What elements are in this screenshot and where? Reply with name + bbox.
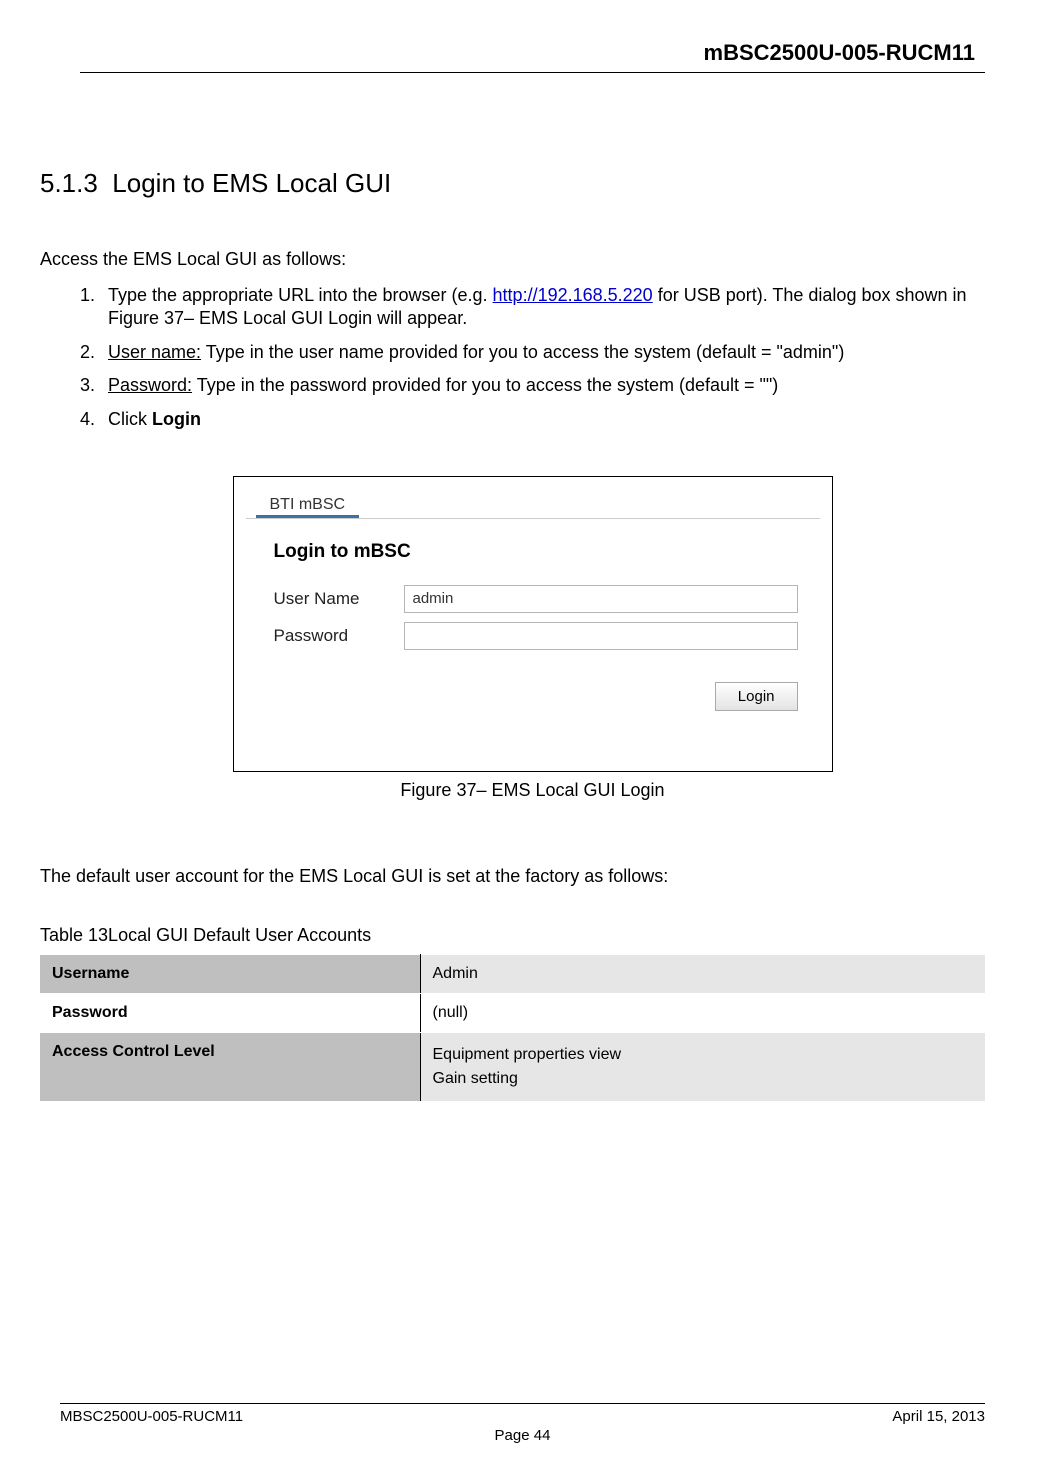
cell-password-label: Password xyxy=(40,993,420,1032)
list-item: Type the appropriate URL into the browse… xyxy=(100,284,985,331)
footer-divider xyxy=(60,1403,985,1404)
login-title: Login to mBSC xyxy=(274,541,798,563)
tab-bti-mbsc[interactable]: BTI mBSC xyxy=(256,491,360,518)
footer-left: MBSC2500U-005-RUCM11 xyxy=(60,1408,243,1425)
page-footer: MBSC2500U-005-RUCM11 April 15, 2013 Page… xyxy=(60,1403,985,1444)
password-label: Password: xyxy=(108,375,192,395)
intro-text: Access the EMS Local GUI as follows: xyxy=(40,249,985,270)
step2-text: Type in the user name provided for you t… xyxy=(201,342,844,362)
page-header: mBSC2500U-005-RUCM11 xyxy=(80,40,985,73)
step1-pre: Type the appropriate URL into the browse… xyxy=(108,285,493,305)
section-number: 5.1.3 xyxy=(40,168,98,198)
password-field-label: Password xyxy=(274,626,404,646)
footer-right: April 15, 2013 xyxy=(892,1408,985,1425)
step4-pre: Click xyxy=(108,409,152,429)
section-heading: 5.1.3 Login to EMS Local GUI xyxy=(40,168,985,199)
acl-line-1: Equipment properties view xyxy=(433,1043,974,1067)
list-item: Click Login xyxy=(100,408,985,431)
username-label: User name: xyxy=(108,342,201,362)
figure-caption: Figure 37– EMS Local GUI Login xyxy=(80,780,985,801)
list-item: Password: Type in the password provided … xyxy=(100,374,985,397)
url-link[interactable]: http://192.168.5.220 xyxy=(493,285,653,305)
cell-acl-label: Access Control Level xyxy=(40,1032,420,1101)
username-row: User Name xyxy=(274,585,798,613)
password-input[interactable] xyxy=(404,622,798,650)
step3-text: Type in the password provided for you to… xyxy=(192,375,778,395)
login-button[interactable]: Login xyxy=(715,682,798,711)
button-row: Login xyxy=(274,682,798,711)
tab-bar: BTI mBSC xyxy=(234,477,832,518)
table-row: Access Control Level Equipment propertie… xyxy=(40,1032,985,1101)
footer-page: Page 44 xyxy=(60,1427,985,1444)
list-item: User name: Type in the user name provide… xyxy=(100,341,985,364)
acl-line-2: Gain setting xyxy=(433,1067,974,1091)
table-row: Password (null) xyxy=(40,993,985,1032)
step4-bold: Login xyxy=(152,409,201,429)
steps-list: Type the appropriate URL into the browse… xyxy=(100,284,985,431)
cell-username-value: Admin xyxy=(420,954,985,993)
table-row: Username Admin xyxy=(40,954,985,993)
page-content: 5.1.3 Login to EMS Local GUI Access the … xyxy=(80,73,985,1102)
login-box: BTI mBSC Login to mBSC User Name Passwor… xyxy=(233,476,833,772)
section-title: Login to EMS Local GUI xyxy=(112,168,391,198)
password-row: Password xyxy=(274,622,798,650)
default-account-text: The default user account for the EMS Loc… xyxy=(40,866,985,887)
username-field-label: User Name xyxy=(274,589,404,609)
default-accounts-table: Username Admin Password (null) Access Co… xyxy=(40,954,985,1102)
cell-acl-value: Equipment properties view Gain setting xyxy=(420,1032,985,1101)
cell-password-value: (null) xyxy=(420,993,985,1032)
footer-row: MBSC2500U-005-RUCM11 April 15, 2013 xyxy=(60,1408,985,1425)
username-input[interactable] xyxy=(404,585,798,613)
doc-code: mBSC2500U-005-RUCM11 xyxy=(704,40,975,65)
login-form: Login to mBSC User Name Password Login xyxy=(234,519,832,771)
table-caption: Table 13Local GUI Default User Accounts xyxy=(40,925,985,946)
cell-username-label: Username xyxy=(40,954,420,993)
login-figure: BTI mBSC Login to mBSC User Name Passwor… xyxy=(80,476,985,801)
